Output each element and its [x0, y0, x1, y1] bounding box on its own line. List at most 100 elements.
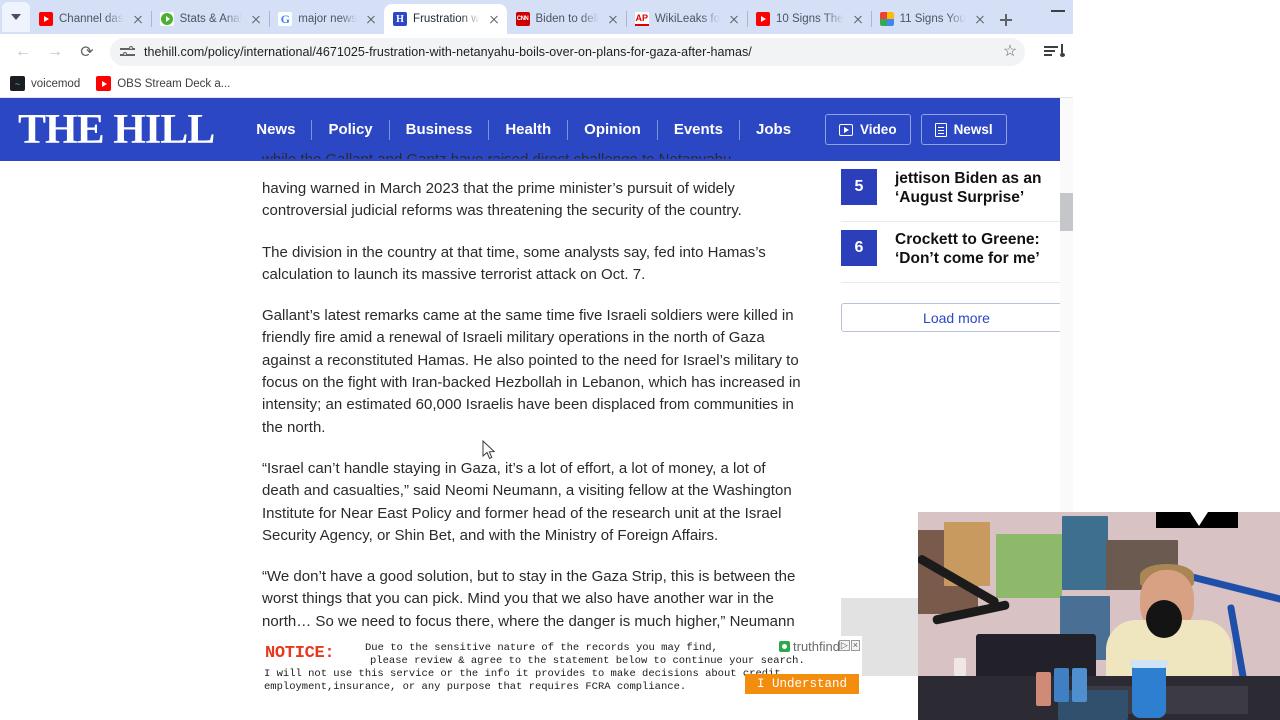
address-bar[interactable]: thehill.com/policy/international/4671025…: [110, 38, 1025, 66]
bookmark-star-icon[interactable]: ☆: [1001, 43, 1019, 61]
trending-item[interactable]: 5 jettison Biden as an ‘August Surprise’: [841, 161, 1073, 222]
browser-tab[interactable]: Channel das: [30, 4, 152, 34]
newsletter-button-label: Newsl: [953, 122, 993, 137]
tab-title: Stats & Anal: [179, 13, 243, 25]
voicemod-icon: ~: [10, 76, 25, 91]
drink-can: [1054, 668, 1069, 702]
trending-rank: 6: [841, 230, 877, 266]
forward-button[interactable]: →: [40, 37, 70, 67]
scrollbar-thumb[interactable]: [1060, 193, 1073, 231]
new-tab-button[interactable]: [993, 6, 1019, 34]
article-body: while the Gallant and Gantz have raised …: [262, 151, 802, 674]
site-settings-icon[interactable]: [120, 45, 136, 59]
youtube-icon: [756, 12, 770, 26]
cnn-icon: CNN: [515, 12, 530, 26]
bookmark-label: voicemod: [31, 77, 81, 90]
truthfinder-mark-icon: [779, 641, 791, 652]
reload-button[interactable]: ⟳: [72, 37, 102, 67]
article-paragraph: The division in the country at that time…: [262, 243, 766, 283]
truthfinder-label: truthfind: [793, 639, 840, 654]
tab-title: Frustration w: [413, 13, 480, 25]
nav-item-policy[interactable]: Policy: [312, 121, 388, 138]
close-icon[interactable]: [248, 11, 264, 27]
trending-sidebar: 5 jettison Biden as an ‘August Surprise’…: [841, 161, 1073, 332]
youtube-icon: [39, 12, 53, 26]
mouse-cursor: [482, 440, 496, 460]
tab-search-button[interactable]: [2, 2, 30, 32]
trending-title[interactable]: jettison Biden as an ‘August Surprise’: [895, 169, 1073, 207]
nav-item-business[interactable]: Business: [390, 121, 489, 138]
youtube-studio-icon: [159, 12, 174, 26]
omnibox-row: ← → ⟳ thehill.com/policy/international/4…: [0, 34, 1073, 70]
close-icon[interactable]: [363, 11, 379, 27]
browser-tab[interactable]: AP WikiLeaks fo: [626, 4, 748, 34]
youtube-icon: [96, 76, 112, 91]
close-icon[interactable]: [726, 11, 742, 27]
bookmarks-bar: ~ voicemod OBS Stream Deck a...: [0, 70, 1073, 98]
wall-poster: [996, 534, 1062, 598]
bookmark-item[interactable]: ~ voicemod: [10, 76, 80, 91]
back-button[interactable]: ←: [8, 37, 38, 67]
i-understand-button[interactable]: I Understand: [744, 674, 859, 694]
newsletter-button[interactable]: Newsl: [920, 114, 1007, 145]
trending-item[interactable]: 6 Crockett to Greene: ‘Don’t come for me…: [841, 222, 1073, 283]
ad-close-icon[interactable]: ×: [850, 640, 860, 651]
reading-list-icon[interactable]: [1043, 41, 1065, 63]
nav-item-opinion[interactable]: Opinion: [568, 121, 657, 138]
close-icon[interactable]: [130, 11, 146, 27]
site-header-buttons: Video Newsl: [825, 114, 1007, 145]
browser-tab[interactable]: 10 Signs The: [747, 4, 872, 34]
drink-can: [1072, 668, 1087, 702]
drink-cup-lid: [1130, 660, 1168, 668]
screen: Channel das Stats & Anal G major news H …: [0, 0, 1280, 720]
microphone-icon: [1146, 600, 1182, 638]
site-nav: News Policy Business Health Opinion Even…: [240, 119, 807, 140]
tab-title: Biden to deli: [535, 13, 599, 25]
nav-item-health[interactable]: Health: [489, 121, 567, 138]
article-paragraph: Gallant’s latest remarks came at the sam…: [262, 307, 801, 436]
minimize-button[interactable]: [1051, 10, 1065, 12]
google-icon: G: [278, 12, 293, 26]
browser-tab[interactable]: G major news: [269, 4, 384, 34]
video-button[interactable]: Video: [825, 114, 911, 145]
close-icon[interactable]: [850, 11, 866, 27]
tab-title: major news: [298, 13, 358, 25]
load-more-button[interactable]: Load more: [841, 303, 1072, 332]
google-photos-icon: [879, 12, 894, 26]
ad-line-4: employment,insurance, or any purpose tha…: [264, 681, 687, 693]
the-hill-icon: H: [393, 12, 408, 26]
ap-icon: AP: [634, 12, 649, 26]
nav-item-news[interactable]: News: [240, 121, 311, 138]
nav-item-events[interactable]: Events: [658, 121, 739, 138]
tab-title: WikiLeaks fo: [654, 13, 720, 25]
browser-tab[interactable]: Stats & Anal: [151, 4, 271, 34]
browser-tab[interactable]: CNN Biden to deli: [507, 4, 627, 34]
tab-title: 11 Signs You: [899, 13, 966, 25]
tab-title: Channel das: [59, 13, 124, 25]
ad-line-2: please review & agree to the statement b…: [370, 655, 805, 667]
browser-tab[interactable]: 11 Signs You: [871, 4, 993, 34]
ad-line-1: Due to the sensitive nature of the recor…: [365, 642, 718, 654]
adchoices-controls[interactable]: ▷ ×: [838, 640, 860, 651]
browser-tab-active[interactable]: H Frustration w: [384, 4, 507, 34]
article-paragraph-clipped: while the Gallant and Gantz have raised …: [262, 149, 802, 159]
truthfinder-logo[interactable]: truthfind: [779, 639, 840, 654]
close-icon[interactable]: [486, 11, 502, 27]
bookmark-label: OBS Stream Deck a...: [117, 77, 231, 90]
close-icon[interactable]: [605, 11, 621, 27]
ad-line-3: I will not use this service or the info …: [264, 668, 787, 680]
wall-outlet: [954, 658, 966, 676]
adchoices-icon[interactable]: ▷: [838, 640, 850, 651]
bookmark-item[interactable]: OBS Stream Deck a...: [96, 76, 230, 91]
tab-strip: Channel das Stats & Anal G major news H …: [0, 0, 1073, 34]
trending-title[interactable]: Crockett to Greene: ‘Don’t come for me’: [895, 230, 1073, 268]
article-paragraph: having warned in March 2023 that the pri…: [262, 180, 742, 220]
nav-item-jobs[interactable]: Jobs: [740, 121, 807, 138]
close-icon[interactable]: [972, 11, 988, 27]
site-logo[interactable]: THE HILL: [18, 109, 215, 151]
webcam-feed: [918, 512, 1280, 720]
article-paragraph: “Israel can’t handle staying in Gaza, it…: [262, 459, 792, 544]
ad-notice-label: NOTICE:: [265, 644, 335, 663]
trending-rank: 5: [841, 169, 877, 205]
truthfinder-ad-banner[interactable]: NOTICE: Due to the sensitive nature of t…: [262, 636, 862, 696]
